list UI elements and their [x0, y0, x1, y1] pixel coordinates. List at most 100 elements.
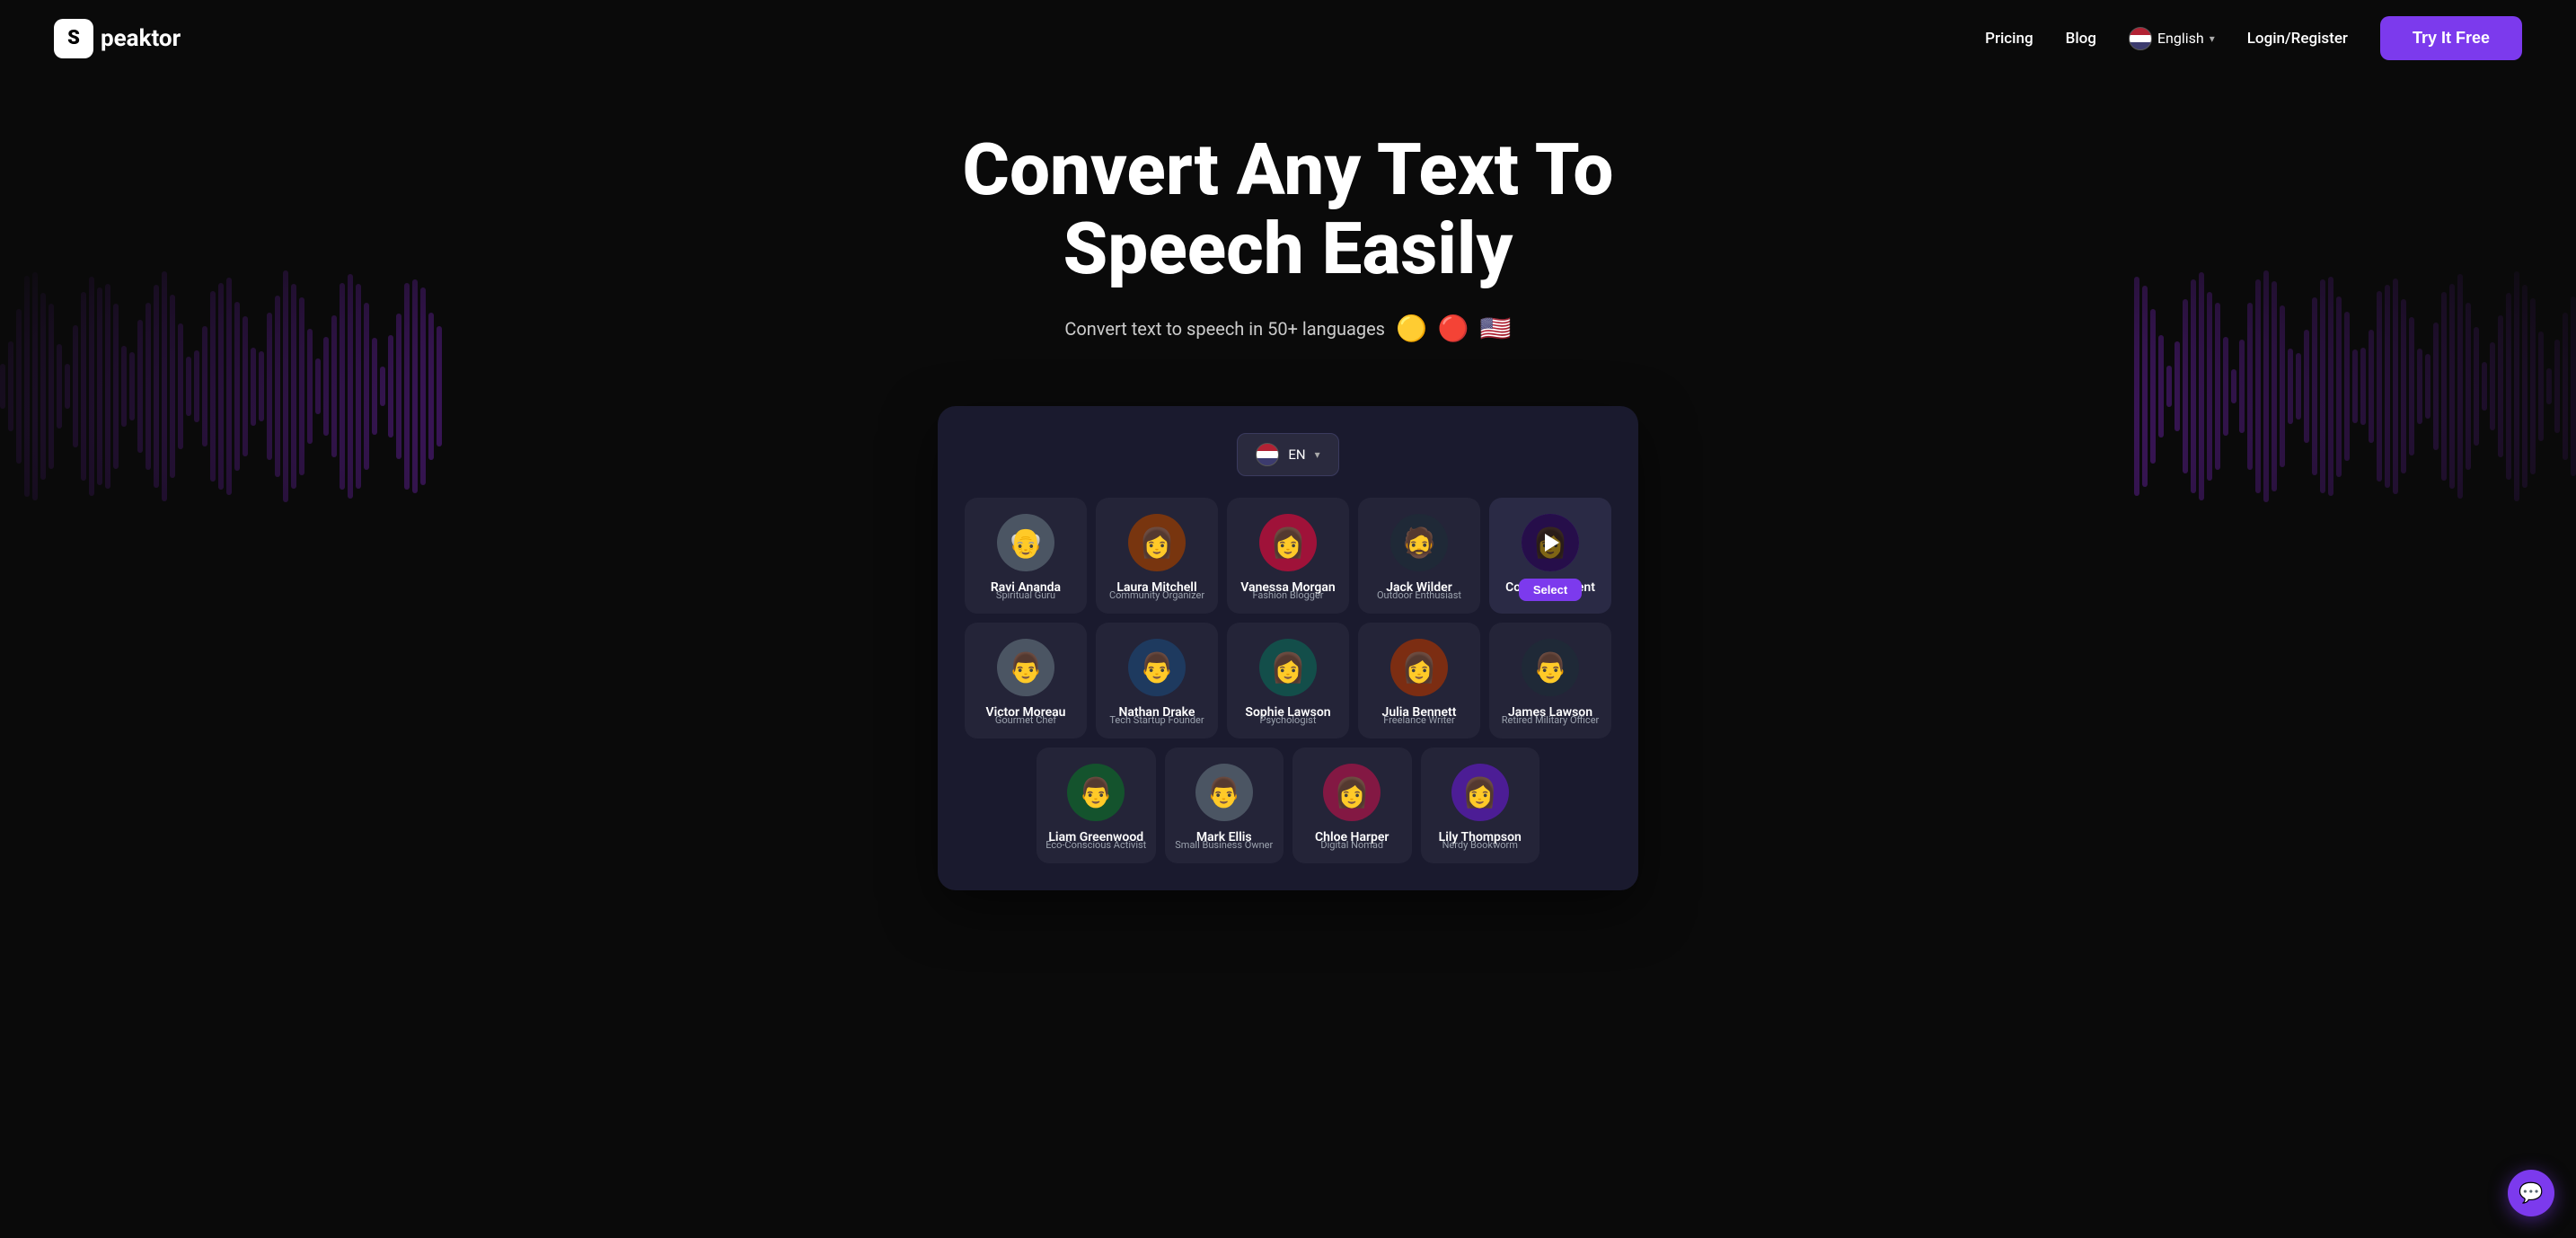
voice-role-label: Freelance Writer	[1383, 714, 1455, 726]
voice-info: Liam GreenwoodEco-Conscious Activist	[1045, 830, 1146, 851]
avatar-emoji: 👩	[1270, 650, 1306, 685]
voice-role-label: Nerdy Bookworm	[1442, 839, 1518, 851]
voice-card[interactable]: 👩 Chloe HarperDigital Nomad	[1292, 747, 1412, 863]
avatar: 👩	[1128, 514, 1186, 571]
avatar: 👨	[1128, 639, 1186, 696]
app-panel: EN ▾ 👴 Ravi AnandaSpiritual Guru 👩 Laura Mi…	[938, 406, 1638, 890]
voice-role-label: Digital Nomad	[1320, 839, 1383, 851]
avatar-emoji: 👴	[1008, 526, 1044, 560]
nav-login[interactable]: Login/Register	[2247, 30, 2348, 48]
voice-card[interactable]: 👨 Victor MoreauGourmet Chef	[965, 623, 1087, 738]
voice-card[interactable]: 👴 Ravi AnandaSpiritual Guru	[965, 498, 1087, 614]
voice-info: Jack WilderOutdoor Enthusiast	[1377, 580, 1461, 601]
flag-emoji-2: 🔴	[1438, 314, 1469, 343]
avatar: 👨	[1067, 764, 1125, 821]
avatar-emoji: 👩	[1139, 526, 1175, 560]
lang-code-label: EN	[1288, 447, 1305, 463]
avatar: 👩	[1390, 639, 1448, 696]
flag-emoji-1: 🟡	[1396, 314, 1427, 343]
voices-grid-row2: 👨 Victor MoreauGourmet Chef 👨 Nathan DrakeT…	[965, 623, 1611, 738]
brand-name: peaktor	[101, 25, 181, 52]
voice-card[interactable]: 👨 James LawsonRetired Military Officer	[1489, 623, 1611, 738]
voice-card[interactable]: 🧔 Jack WilderOutdoor Enthusiast	[1358, 498, 1480, 614]
voice-card[interactable]: 👨 Liam GreenwoodEco-Conscious Activist	[1037, 747, 1156, 863]
nav-right: Pricing Blog English ▾ Login/Register Tr…	[1985, 16, 2522, 60]
select-voice-button[interactable]: Select	[1519, 579, 1582, 601]
avatar-emoji: 🧔	[1401, 526, 1437, 560]
voice-info: James LawsonRetired Military Officer	[1502, 705, 1600, 726]
avatar-emoji: 👩	[1270, 526, 1306, 560]
avatar: 👨	[997, 639, 1054, 696]
language-selector[interactable]: English ▾	[2129, 27, 2215, 50]
voice-card[interactable]: 👨 Nathan DrakeTech Startup Founder	[1096, 623, 1218, 738]
chat-bubble-button[interactable]: 💬	[2508, 1170, 2554, 1216]
dropdown-flag-icon	[1256, 443, 1279, 466]
avatar-emoji: 👩	[1334, 775, 1370, 809]
avatar: 👩	[1259, 639, 1317, 696]
voice-role-label: Tech Startup Founder	[1109, 714, 1204, 726]
voice-role-label: Small Business Owner	[1175, 839, 1273, 851]
avatar: 🧔	[1390, 514, 1448, 571]
voice-card[interactable]: 👩 Vanessa MorganFashion Blogger	[1227, 498, 1349, 614]
chat-icon: 💬	[2519, 1182, 2543, 1205]
nav-blog[interactable]: Blog	[2066, 30, 2096, 48]
voice-info: Sophie LawsonPsychologist	[1245, 705, 1330, 726]
voice-role-label: Outdoor Enthusiast	[1377, 589, 1461, 601]
voice-info: Julia BennettFreelance Writer	[1382, 705, 1457, 726]
avatar-emoji: 👨	[1532, 650, 1568, 685]
try-free-button[interactable]: Try It Free	[2380, 16, 2522, 60]
nav-pricing[interactable]: Pricing	[1985, 30, 2033, 48]
voice-role-label: Eco-Conscious Activist	[1045, 839, 1146, 851]
voice-role-label: Spiritual Guru	[996, 589, 1055, 601]
subtitle-text: Convert text to speech in 50+ languages	[1064, 318, 1385, 340]
language-label: English	[2157, 30, 2204, 47]
voice-role-label: Psychologist	[1260, 714, 1317, 726]
avatar-emoji: 👨	[1078, 775, 1114, 809]
voice-info: Ravi AnandaSpiritual Guru	[991, 580, 1061, 601]
voice-info: Nathan DrakeTech Startup Founder	[1109, 705, 1204, 726]
avatar: 👩	[1259, 514, 1317, 571]
avatar: 👩	[1323, 764, 1381, 821]
logo-letter: S	[67, 27, 80, 49]
avatar-emoji: 👩	[1401, 650, 1437, 685]
chevron-down-icon: ▾	[2210, 32, 2215, 45]
navbar: S peaktor Pricing Blog English ▾ Login/R…	[0, 0, 2576, 76]
voices-grid-row3: 👨 Liam GreenwoodEco-Conscious Activist 👨 Ma…	[965, 747, 1611, 863]
hero-section: Convert Any Text To Speech Easily Conver…	[0, 76, 2576, 406]
voice-info: Victor MoreauGourmet Chef	[986, 705, 1066, 726]
us-flag-icon	[2129, 27, 2152, 50]
main-content: EN ▾ 👴 Ravi AnandaSpiritual Guru 👩 Laura Mi…	[0, 406, 2576, 944]
voice-info: Mark EllisSmall Business Owner	[1175, 830, 1273, 851]
voice-info: Vanessa MorganFashion Blogger	[1240, 580, 1335, 601]
avatar: 👨	[1195, 764, 1253, 821]
avatar-emoji: 👨	[1139, 650, 1175, 685]
play-overlay	[1522, 514, 1579, 571]
lang-dropdown[interactable]: EN ▾	[1237, 433, 1338, 476]
avatar: 👨	[1522, 639, 1579, 696]
voice-card[interactable]: 👩 Lily ThompsonNerdy Bookworm	[1421, 747, 1540, 863]
flag-emoji-us: 🇺🇸	[1480, 314, 1512, 343]
avatar-emoji: 👨	[1206, 775, 1242, 809]
voice-card[interactable]: 👩 Laura MitchellCommunity Organizer	[1096, 498, 1218, 614]
play-icon	[1545, 534, 1559, 552]
avatar: 👩	[1522, 514, 1579, 571]
voice-card[interactable]: 👩 Julia BennettFreelance Writer	[1358, 623, 1480, 738]
logo[interactable]: S peaktor	[54, 19, 181, 58]
avatar-emoji: 👩	[1462, 775, 1498, 809]
hero-title: Convert Any Text To Speech Easily	[884, 130, 1692, 288]
voice-card[interactable]: 👩College StudentSelect	[1489, 498, 1611, 614]
voice-role-label: Fashion Blogger	[1252, 589, 1323, 601]
voice-info: Laura MitchellCommunity Organizer	[1109, 580, 1204, 601]
voice-info: Lily ThompsonNerdy Bookworm	[1439, 830, 1522, 851]
voice-role-label: Gourmet Chef	[995, 714, 1056, 726]
voice-info: Chloe HarperDigital Nomad	[1315, 830, 1389, 851]
voice-card[interactable]: 👨 Mark EllisSmall Business Owner	[1165, 747, 1284, 863]
avatar: 👩	[1451, 764, 1509, 821]
logo-box: S	[54, 19, 93, 58]
voice-card[interactable]: 👩 Sophie LawsonPsychologist	[1227, 623, 1349, 738]
voices-grid-row1: 👴 Ravi AnandaSpiritual Guru 👩 Laura Mitchel…	[965, 498, 1611, 614]
avatar-emoji: 👨	[1008, 650, 1044, 685]
panel-header: EN ▾	[965, 433, 1611, 476]
voice-role-label: Retired Military Officer	[1502, 714, 1600, 726]
avatar: 👴	[997, 514, 1054, 571]
